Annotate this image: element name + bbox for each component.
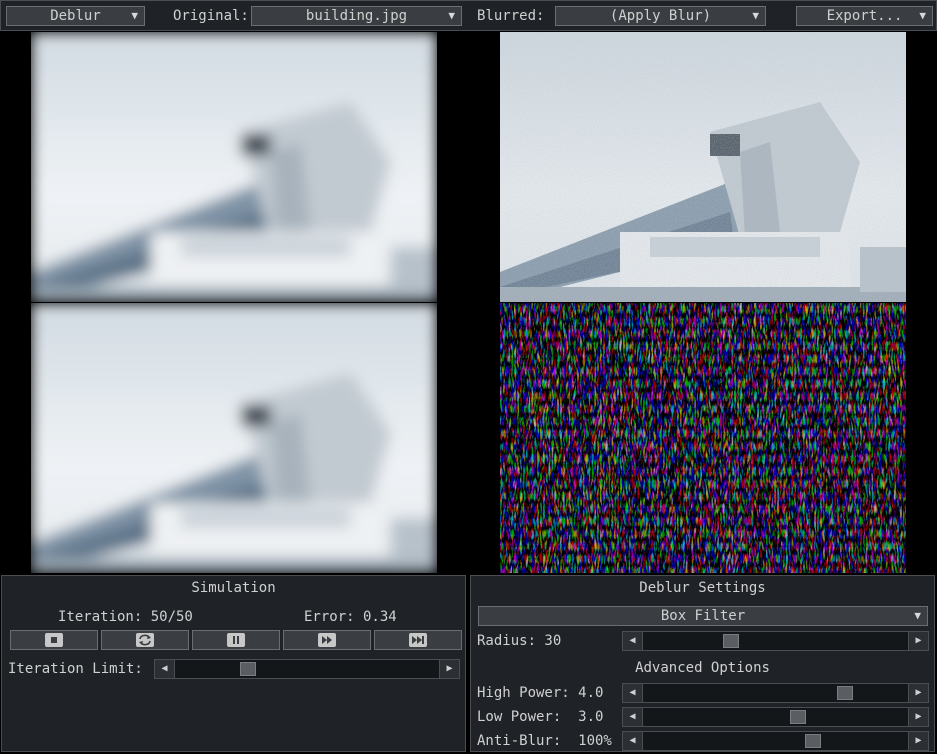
export-button[interactable]: Export... ▼ [796,6,933,26]
low-power-slider[interactable]: ◀ ▶ [622,707,929,727]
slider-left-arrow-icon[interactable]: ◀ [623,732,643,750]
slider-right-arrow-icon[interactable]: ▶ [439,660,459,678]
export-label: Export... [826,8,903,24]
reblurred-image-pane [31,303,437,573]
anti-blur-slider[interactable]: ◀ ▶ [622,731,929,751]
reset-button[interactable] [101,630,189,650]
iteration-limit-label: Iteration Limit: [8,661,143,677]
fast-forward-icon [409,633,427,647]
difference-image [500,303,906,573]
slider-left-arrow-icon[interactable]: ◀ [623,684,643,702]
radius-slider[interactable]: ◀ ▶ [622,631,929,651]
original-image [31,32,437,302]
chevron-down-icon: ▼ [914,609,921,622]
slider-right-arrow-icon[interactable]: ▶ [908,684,928,702]
radius-label: Radius: 30 [477,633,562,649]
filter-dropdown[interactable]: Box Filter ▼ [478,606,928,626]
original-dropdown[interactable]: building.jpg ▼ [251,6,462,26]
blurred-dropdown[interactable]: (Apply Blur) ▼ [555,6,766,26]
deblurred-image [500,32,906,302]
slider-track[interactable] [644,632,907,650]
high-power-label: High Power: 4.0 [477,685,604,701]
blurred-value: (Apply Blur) [609,8,712,24]
difference-image-pane [500,303,906,573]
slider-thumb[interactable] [837,686,853,700]
advanced-options-title: Advanced Options [635,660,770,676]
top-toolbar: Deblur ▼ Original: building.jpg ▼ Blurre… [0,0,937,31]
slider-track[interactable] [644,708,907,726]
step-icon [318,633,336,647]
deblurred-image-pane [500,32,906,302]
iteration-limit-slider[interactable]: ◀ ▶ [154,659,460,679]
reset-icon [136,633,154,647]
mode-dropdown[interactable]: Deblur ▼ [6,6,145,26]
fast-forward-button[interactable] [374,630,462,650]
blurred-label: Blurred: [477,8,545,24]
slider-right-arrow-icon[interactable]: ▶ [908,732,928,750]
chevron-down-icon: ▼ [131,9,138,22]
slider-thumb[interactable] [790,710,806,724]
original-image-pane [31,32,437,302]
anti-blur-label: Anti-Blur: 100% [477,733,612,749]
stop-icon [45,633,63,647]
slider-left-arrow-icon[interactable]: ◀ [623,708,643,726]
deblur-settings-title: Deblur Settings [639,580,766,596]
chevron-down-icon: ▼ [919,9,926,22]
slider-right-arrow-icon[interactable]: ▶ [908,708,928,726]
original-label: Original: [173,8,249,24]
deblur-settings-panel: Deblur Settings Box Filter ▼ Radius: 30 … [470,575,935,752]
pause-button[interactable] [192,630,280,650]
iteration-status: Iteration: 50/50 [58,609,193,625]
simulation-panel: Simulation Iteration: 50/50 Error: 0.34 … [1,575,466,752]
slider-thumb[interactable] [723,634,739,648]
filter-value: Box Filter [660,608,746,624]
slider-left-arrow-icon[interactable]: ◀ [155,660,175,678]
low-power-label: Low Power: 3.0 [477,709,604,725]
pause-icon [227,633,245,647]
step-button[interactable] [283,630,371,650]
slider-right-arrow-icon[interactable]: ▶ [908,632,928,650]
mode-value: Deblur [50,8,101,24]
slider-thumb[interactable] [240,662,256,676]
high-power-slider[interactable]: ◀ ▶ [622,683,929,703]
slider-track[interactable] [644,684,907,702]
error-status: Error: 0.34 [304,609,397,625]
slider-thumb[interactable] [805,734,821,748]
stop-button[interactable] [10,630,98,650]
original-value: building.jpg [305,8,408,24]
chevron-down-icon: ▼ [752,9,759,22]
slider-track[interactable] [176,660,438,678]
simulation-title: Simulation [191,580,276,596]
slider-left-arrow-icon[interactable]: ◀ [623,632,643,650]
slider-track[interactable] [644,732,907,750]
reblurred-image [31,303,437,573]
chevron-down-icon: ▼ [448,9,455,22]
